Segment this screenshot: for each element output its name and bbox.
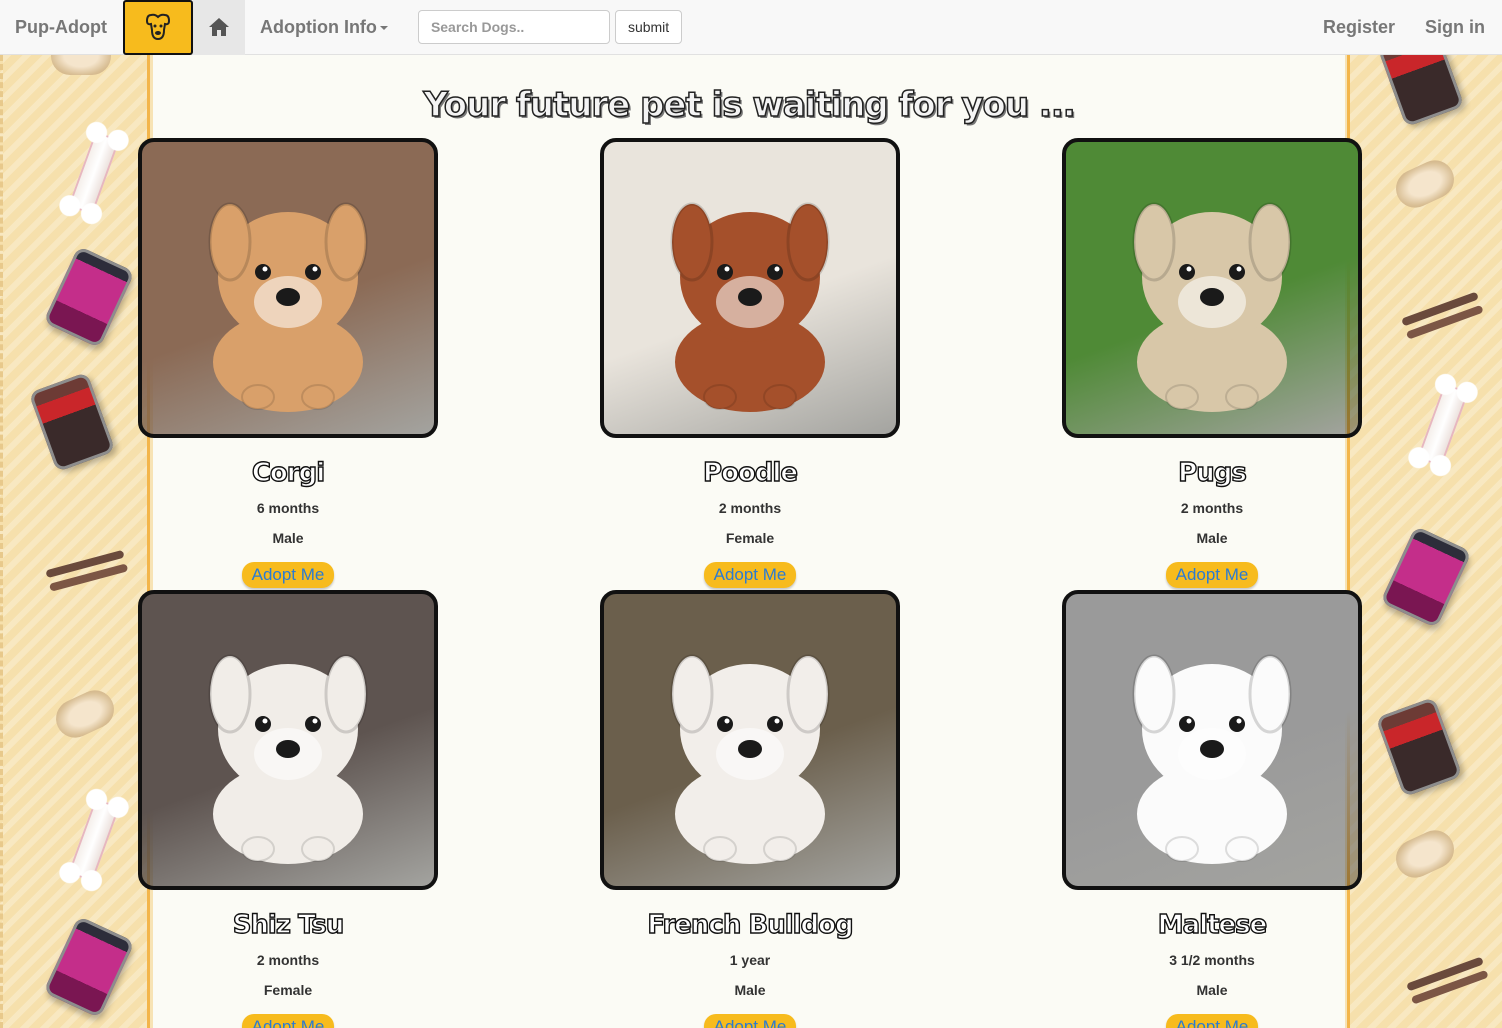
dog-face-icon (145, 13, 170, 41)
page-headline: Your future pet is waiting for you ... (423, 84, 1077, 126)
adopt-me-button[interactable]: Adopt Me (1165, 1014, 1259, 1028)
register-link[interactable]: Register (1308, 0, 1410, 55)
dog-sex: Male (1196, 530, 1228, 546)
adoption-info-dropdown[interactable]: Adoption Info (245, 0, 403, 55)
dog-illustration (670, 202, 830, 412)
dog-name: Maltese (1157, 909, 1268, 940)
dog-name: Corgi (251, 457, 326, 488)
dog-illustration (1132, 202, 1292, 412)
dog-illustration (208, 654, 368, 864)
dog-name: Poodle (702, 457, 798, 488)
home-icon (208, 18, 229, 36)
dog-card: Pugs 2 months Male Adopt Me (1062, 138, 1362, 588)
dog-sex: Male (272, 530, 304, 546)
caret-down-icon (379, 26, 388, 30)
dog-name: French Bulldog (647, 909, 855, 940)
dog-card: Corgi 6 months Male Adopt Me (138, 138, 438, 588)
adopt-me-button[interactable]: Adopt Me (703, 1014, 797, 1028)
dog-food-can-icon (43, 245, 135, 349)
dog-photo[interactable] (600, 138, 900, 438)
rawhide-treat-icon (49, 684, 121, 744)
adopt-me-button[interactable]: Adopt Me (241, 562, 335, 588)
dog-photo[interactable] (138, 590, 438, 890)
dog-photo[interactable] (138, 138, 438, 438)
dog-card: Maltese 3 1/2 months Male Adopt Me (1062, 590, 1362, 1028)
adoption-info-label: Adoption Info (259, 16, 377, 37)
rawhide-treat-icon (51, 55, 111, 75)
dog-food-can-icon (28, 371, 116, 473)
bone-icon (68, 797, 120, 883)
bone-icon (1417, 382, 1469, 468)
bone-icon (68, 130, 120, 216)
rawhide-treat-icon (1389, 154, 1461, 214)
main-content: Your future pet is waiting for you ... C… (138, 55, 1362, 1028)
dog-illustration (670, 654, 830, 864)
rawhide-treat-icon (1389, 824, 1461, 884)
dog-card: French Bulldog 1 year Male Adopt Me (600, 590, 900, 1028)
dog-illustration (208, 202, 368, 412)
top-navbar: Pup-Adopt Adoption Info submit Register … (0, 0, 1502, 55)
left-decoration-strip (0, 55, 150, 1028)
home-button[interactable] (192, 0, 245, 55)
dog-sex: Female (263, 982, 313, 998)
nav-right: Register Sign in (1308, 0, 1502, 55)
dog-age: 3 1/2 months (1169, 952, 1255, 968)
dog-photo[interactable] (1062, 590, 1362, 890)
dog-name: Shiz Tsu (232, 909, 345, 940)
logo-button[interactable] (122, 0, 193, 55)
adopt-me-button[interactable]: Adopt Me (241, 1014, 335, 1028)
dog-name: Pugs (1177, 457, 1247, 488)
right-decoration-strip (1347, 55, 1502, 1028)
dog-illustration (1132, 654, 1292, 864)
adopt-me-button[interactable]: Adopt Me (1165, 562, 1259, 588)
dog-food-can-icon (43, 915, 135, 1019)
dog-photo[interactable] (600, 590, 900, 890)
submit-button[interactable]: submit (614, 10, 683, 44)
chew-stick-icon (1406, 956, 1484, 992)
dog-sex: Male (1196, 982, 1228, 998)
dog-age: 2 months (718, 500, 782, 516)
brand-link[interactable]: Pup-Adopt (0, 0, 122, 55)
dog-sex: Female (725, 530, 775, 546)
dog-food-can-icon (1377, 55, 1465, 128)
chew-stick-icon (45, 549, 125, 579)
dog-sex: Male (734, 982, 766, 998)
dog-card: Shiz Tsu 2 months Female Adopt Me (138, 590, 438, 1028)
dog-age: 2 months (1180, 500, 1244, 516)
search-input[interactable] (417, 10, 610, 44)
dog-age: 2 months (256, 952, 320, 968)
sign-in-link[interactable]: Sign in (1410, 0, 1502, 55)
dog-age: 1 year (729, 952, 771, 968)
dog-age: 6 months (256, 500, 320, 516)
dog-food-can-icon (1375, 696, 1463, 798)
dog-photo[interactable] (1062, 138, 1362, 438)
chew-stick-icon (1401, 291, 1479, 327)
adopt-me-button[interactable]: Adopt Me (703, 562, 797, 588)
dog-food-can-icon (1380, 525, 1472, 629)
dog-card: Poodle 2 months Female Adopt Me (600, 138, 900, 588)
